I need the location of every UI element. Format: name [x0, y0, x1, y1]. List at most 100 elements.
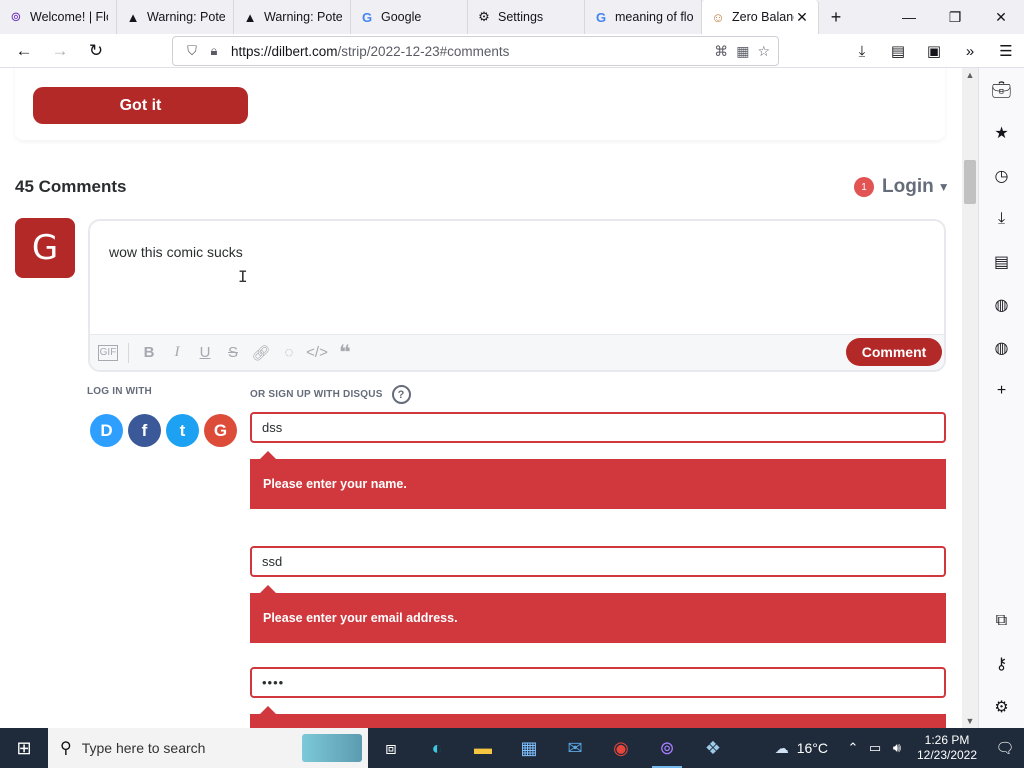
clock[interactable]: 1:26 PM 12/23/2022 — [908, 733, 986, 763]
weather-widget[interactable]: ☁ 16°C — [775, 740, 828, 757]
url-bar[interactable]: ⛉ 🔒︎ https://dilbert.com/strip/2022-12-2… — [172, 36, 779, 66]
notification-badge[interactable]: 1 — [854, 177, 874, 197]
reader-icon[interactable]: ▤ — [979, 240, 1024, 283]
toolbar-right: ⤓ ▤ ▣ » ☰ — [844, 34, 1024, 68]
notification-center-icon[interactable]: 🗨︎ — [986, 739, 1024, 757]
library-icon[interactable]: ▤ — [880, 34, 916, 68]
spoiler-icon[interactable]: ◌ — [275, 338, 303, 368]
downloads-icon[interactable]: ⤓ — [979, 197, 1024, 240]
add-panel-icon[interactable]: + — [979, 369, 1024, 412]
app-icon[interactable]: ❖ — [690, 728, 736, 768]
tab-label: Zero Balanc — [732, 10, 794, 24]
facebook-login-icon[interactable]: f — [128, 414, 161, 447]
underline-icon[interactable]: U — [191, 338, 219, 368]
close-window-icon[interactable]: ✕ — [978, 0, 1024, 34]
sidebar-toggle-icon[interactable]: ▣ — [916, 34, 952, 68]
scroll-down-icon[interactable]: ▼ — [962, 716, 978, 726]
got-it-button[interactable]: Got it — [33, 87, 248, 124]
translate-icon[interactable]: ⌘ — [714, 43, 728, 60]
login-with-label: LOG IN WITH — [87, 386, 152, 397]
overflow-chevron-icon[interactable]: » — [952, 34, 988, 68]
floorp-browser-icon[interactable]: ⊚ — [644, 728, 690, 768]
reload-icon[interactable]: ↻ — [78, 34, 114, 68]
taskbar-search[interactable]: ⚲ Type here to search — [48, 728, 368, 768]
globe-icon[interactable]: ◍ — [979, 283, 1024, 326]
search-icon: ⚲ — [60, 740, 72, 757]
settings-gear-icon[interactable]: ⚙ — [979, 685, 1024, 728]
scrollbar-thumb[interactable] — [964, 160, 976, 204]
minimize-icon[interactable]: — — [886, 0, 932, 34]
shield-icon[interactable]: ⛉ — [181, 43, 203, 59]
italic-icon[interactable]: I — [163, 338, 191, 368]
comments-count: 45 Comments — [15, 177, 127, 196]
download-icon[interactable]: ⤓ — [844, 34, 880, 68]
comment-button[interactable]: Comment — [846, 338, 942, 366]
forward-icon[interactable]: → — [42, 34, 78, 68]
window-controls: — ❐ ✕ — [886, 0, 1024, 34]
name-field[interactable]: dss — [250, 412, 946, 443]
warning-icon: ▲ — [243, 9, 257, 25]
bookmark-star-icon[interactable]: ☆ — [757, 43, 770, 60]
task-view-icon[interactable]: ⧈ — [368, 728, 414, 768]
chrome-icon[interactable]: ◉ — [598, 728, 644, 768]
briefcase-icon[interactable]: 💼︎ — [979, 68, 1024, 111]
password-field[interactable]: •••• — [250, 667, 946, 698]
back-icon[interactable]: ← — [6, 34, 42, 68]
menu-icon[interactable]: ☰ — [988, 34, 1024, 68]
temperature: 16°C — [796, 740, 828, 756]
caret-down-icon[interactable]: ▼ — [938, 180, 950, 194]
firefox-icon: ⊚ — [10, 9, 22, 24]
comment-editor[interactable]: wow this comic sucks GIF B I U S 🔗︎ ◌ </… — [88, 219, 946, 372]
mail-icon[interactable]: ✉ — [552, 728, 598, 768]
tab-zero-balance[interactable]: ☺ Zero Balanc ✕ — [702, 0, 819, 34]
gif-icon[interactable]: GIF — [98, 344, 118, 361]
gear-icon: ⚙ — [478, 9, 490, 24]
browser-sidebar: 💼︎ ★ ◷ ⤓ ▤ ◍ ◍ + ⧉ ⚷ ⚙ — [978, 68, 1024, 728]
name-error: Please enter your name. — [250, 451, 946, 509]
bold-icon[interactable]: B — [135, 338, 163, 368]
chevron-up-icon[interactable]: ⌃ — [842, 740, 864, 756]
tab-meaning[interactable]: G meaning of flo — [585, 0, 702, 34]
key-icon[interactable]: ⚷ — [979, 642, 1024, 685]
login-label[interactable]: Login — [882, 176, 934, 198]
tab-welcome[interactable]: ⊚ Welcome! | Flo — [0, 0, 117, 34]
help-icon[interactable]: ? — [391, 385, 411, 404]
page-scrollbar[interactable]: ▲ ▼ — [962, 68, 978, 728]
code-icon[interactable]: </> — [303, 338, 331, 368]
windows-start-icon[interactable]: ⊞ — [0, 728, 48, 768]
link-icon[interactable]: 🔗︎ — [247, 338, 275, 368]
tab-google[interactable]: G Google — [351, 0, 468, 34]
bookmarks-star-icon[interactable]: ★ — [979, 111, 1024, 154]
password-error — [250, 706, 946, 728]
tab-settings[interactable]: ⚙ Settings — [468, 0, 585, 34]
login-menu[interactable]: 1 Login ▼ — [854, 176, 950, 198]
url-path: /strip/2022-12-23#comments — [337, 43, 510, 59]
tab-warning-2[interactable]: ▲ Warning: Poter — [234, 0, 351, 34]
edge-icon[interactable]: ◐ — [414, 728, 460, 768]
tab-label: meaning of flo — [615, 10, 693, 24]
network-icon[interactable]: ▭ — [864, 740, 886, 756]
url-text[interactable]: https://dilbert.com/strip/2022-12-23#com… — [231, 44, 714, 59]
sidebar-bottom: ⧉ ⚷ ⚙ — [979, 599, 1024, 728]
quote-icon[interactable]: ❝ — [331, 338, 359, 368]
twitter-login-icon[interactable]: t — [166, 414, 199, 447]
strikethrough-icon[interactable]: S — [219, 338, 247, 368]
qr-code-icon[interactable]: ▦ — [736, 43, 749, 60]
restore-icon[interactable]: ❐ — [932, 0, 978, 34]
lock-icon[interactable]: 🔒︎ — [203, 43, 225, 59]
extensions-icon[interactable]: ⧉ — [979, 599, 1024, 642]
google-login-icon[interactable]: G — [204, 414, 237, 447]
comment-text[interactable]: wow this comic sucks — [109, 244, 243, 260]
scroll-up-icon[interactable]: ▲ — [962, 70, 978, 80]
history-clock-icon[interactable]: ◷ — [979, 154, 1024, 197]
disqus-login-icon[interactable]: D — [90, 414, 123, 447]
new-tab-button[interactable]: + — [819, 0, 853, 34]
volume-icon[interactable]: 🔊︎ — [886, 740, 908, 756]
close-tab-icon[interactable]: ✕ — [794, 9, 810, 26]
globe-alt-icon[interactable]: ◍ — [979, 326, 1024, 369]
file-explorer-icon[interactable]: ▬ — [460, 728, 506, 768]
tab-label: Google — [381, 10, 422, 24]
tab-warning-1[interactable]: ▲ Warning: Poter — [117, 0, 234, 34]
email-field[interactable]: ssd — [250, 546, 946, 577]
store-icon[interactable]: ▦ — [506, 728, 552, 768]
